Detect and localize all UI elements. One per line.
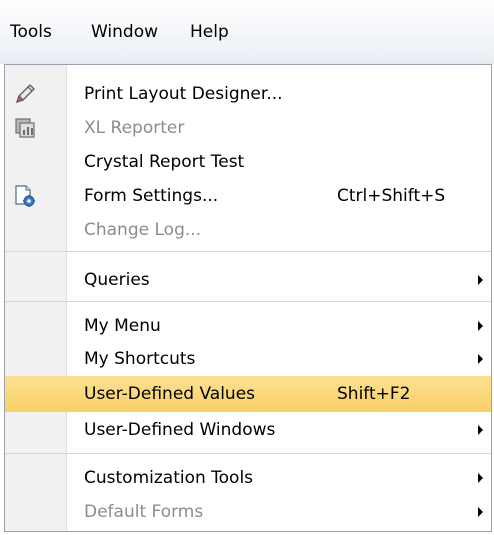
menu-item-label: Queries: [84, 270, 150, 290]
submenu-arrow-icon: [478, 507, 483, 517]
submenu-arrow-icon: [478, 275, 483, 285]
menu-item-label: Default Forms: [84, 502, 204, 522]
submenu-arrow-icon: [478, 425, 483, 435]
menu-item-my-shortcuts[interactable]: My Shortcuts: [5, 341, 491, 377]
menu-item-shortcut: Shift+F2: [337, 384, 411, 404]
menu-item-xl-reporter[interactable]: XL Reporter: [5, 110, 491, 146]
menu-item-label: My Menu: [84, 316, 161, 336]
menu-item-user-defined-values[interactable]: User-Defined Values Shift+F2: [5, 376, 491, 412]
menu-item-label: User-Defined Values: [84, 384, 256, 404]
menu-item-label: Crystal Report Test: [84, 152, 245, 172]
menu-separator: [5, 301, 67, 302]
menu-item-label: Form Settings...: [84, 186, 219, 206]
pencil-icon: [13, 82, 37, 106]
menu-item-label: Customization Tools: [84, 468, 254, 488]
menu-separator: [67, 301, 491, 302]
menubar-window[interactable]: Window: [87, 20, 162, 44]
submenu-arrow-icon: [478, 354, 483, 364]
submenu-arrow-icon: [478, 321, 483, 331]
xl-reporter-icon: [13, 116, 37, 140]
menu-item-print-layout-designer[interactable]: Print Layout Designer...: [5, 76, 491, 112]
menu-item-change-log[interactable]: Change Log...: [5, 212, 491, 248]
tools-dropdown-menu: Print Layout Designer... XL Reporter Cry…: [4, 64, 492, 532]
menu-separator: [67, 453, 491, 454]
menu-item-label: My Shortcuts: [84, 349, 196, 369]
menu-item-queries[interactable]: Queries: [5, 262, 491, 298]
menu-item-form-settings[interactable]: Form Settings... Ctrl+Shift+S: [5, 178, 491, 214]
menubar-tools[interactable]: Tools: [6, 20, 56, 44]
menu-separator: [5, 453, 67, 454]
menu-bar: Tools Window Help: [0, 0, 494, 64]
menu-item-shortcut: Ctrl+Shift+S: [337, 186, 446, 206]
menu-item-default-forms[interactable]: Default Forms: [5, 494, 491, 530]
form-settings-icon: [13, 184, 37, 208]
menu-item-label: User-Defined Windows: [84, 420, 276, 440]
menubar-help[interactable]: Help: [186, 20, 233, 44]
menu-separator: [5, 251, 67, 252]
menu-item-crystal-report-test[interactable]: Crystal Report Test: [5, 144, 491, 180]
menu-item-label: Print Layout Designer...: [84, 84, 283, 104]
menu-item-label: Change Log...: [84, 220, 202, 240]
submenu-arrow-icon: [478, 473, 483, 483]
menu-item-my-menu[interactable]: My Menu: [5, 308, 491, 344]
menu-item-user-defined-windows[interactable]: User-Defined Windows: [5, 412, 491, 448]
menu-item-label: XL Reporter: [84, 118, 185, 138]
menu-separator: [67, 251, 491, 252]
menu-item-customization-tools[interactable]: Customization Tools: [5, 460, 491, 496]
